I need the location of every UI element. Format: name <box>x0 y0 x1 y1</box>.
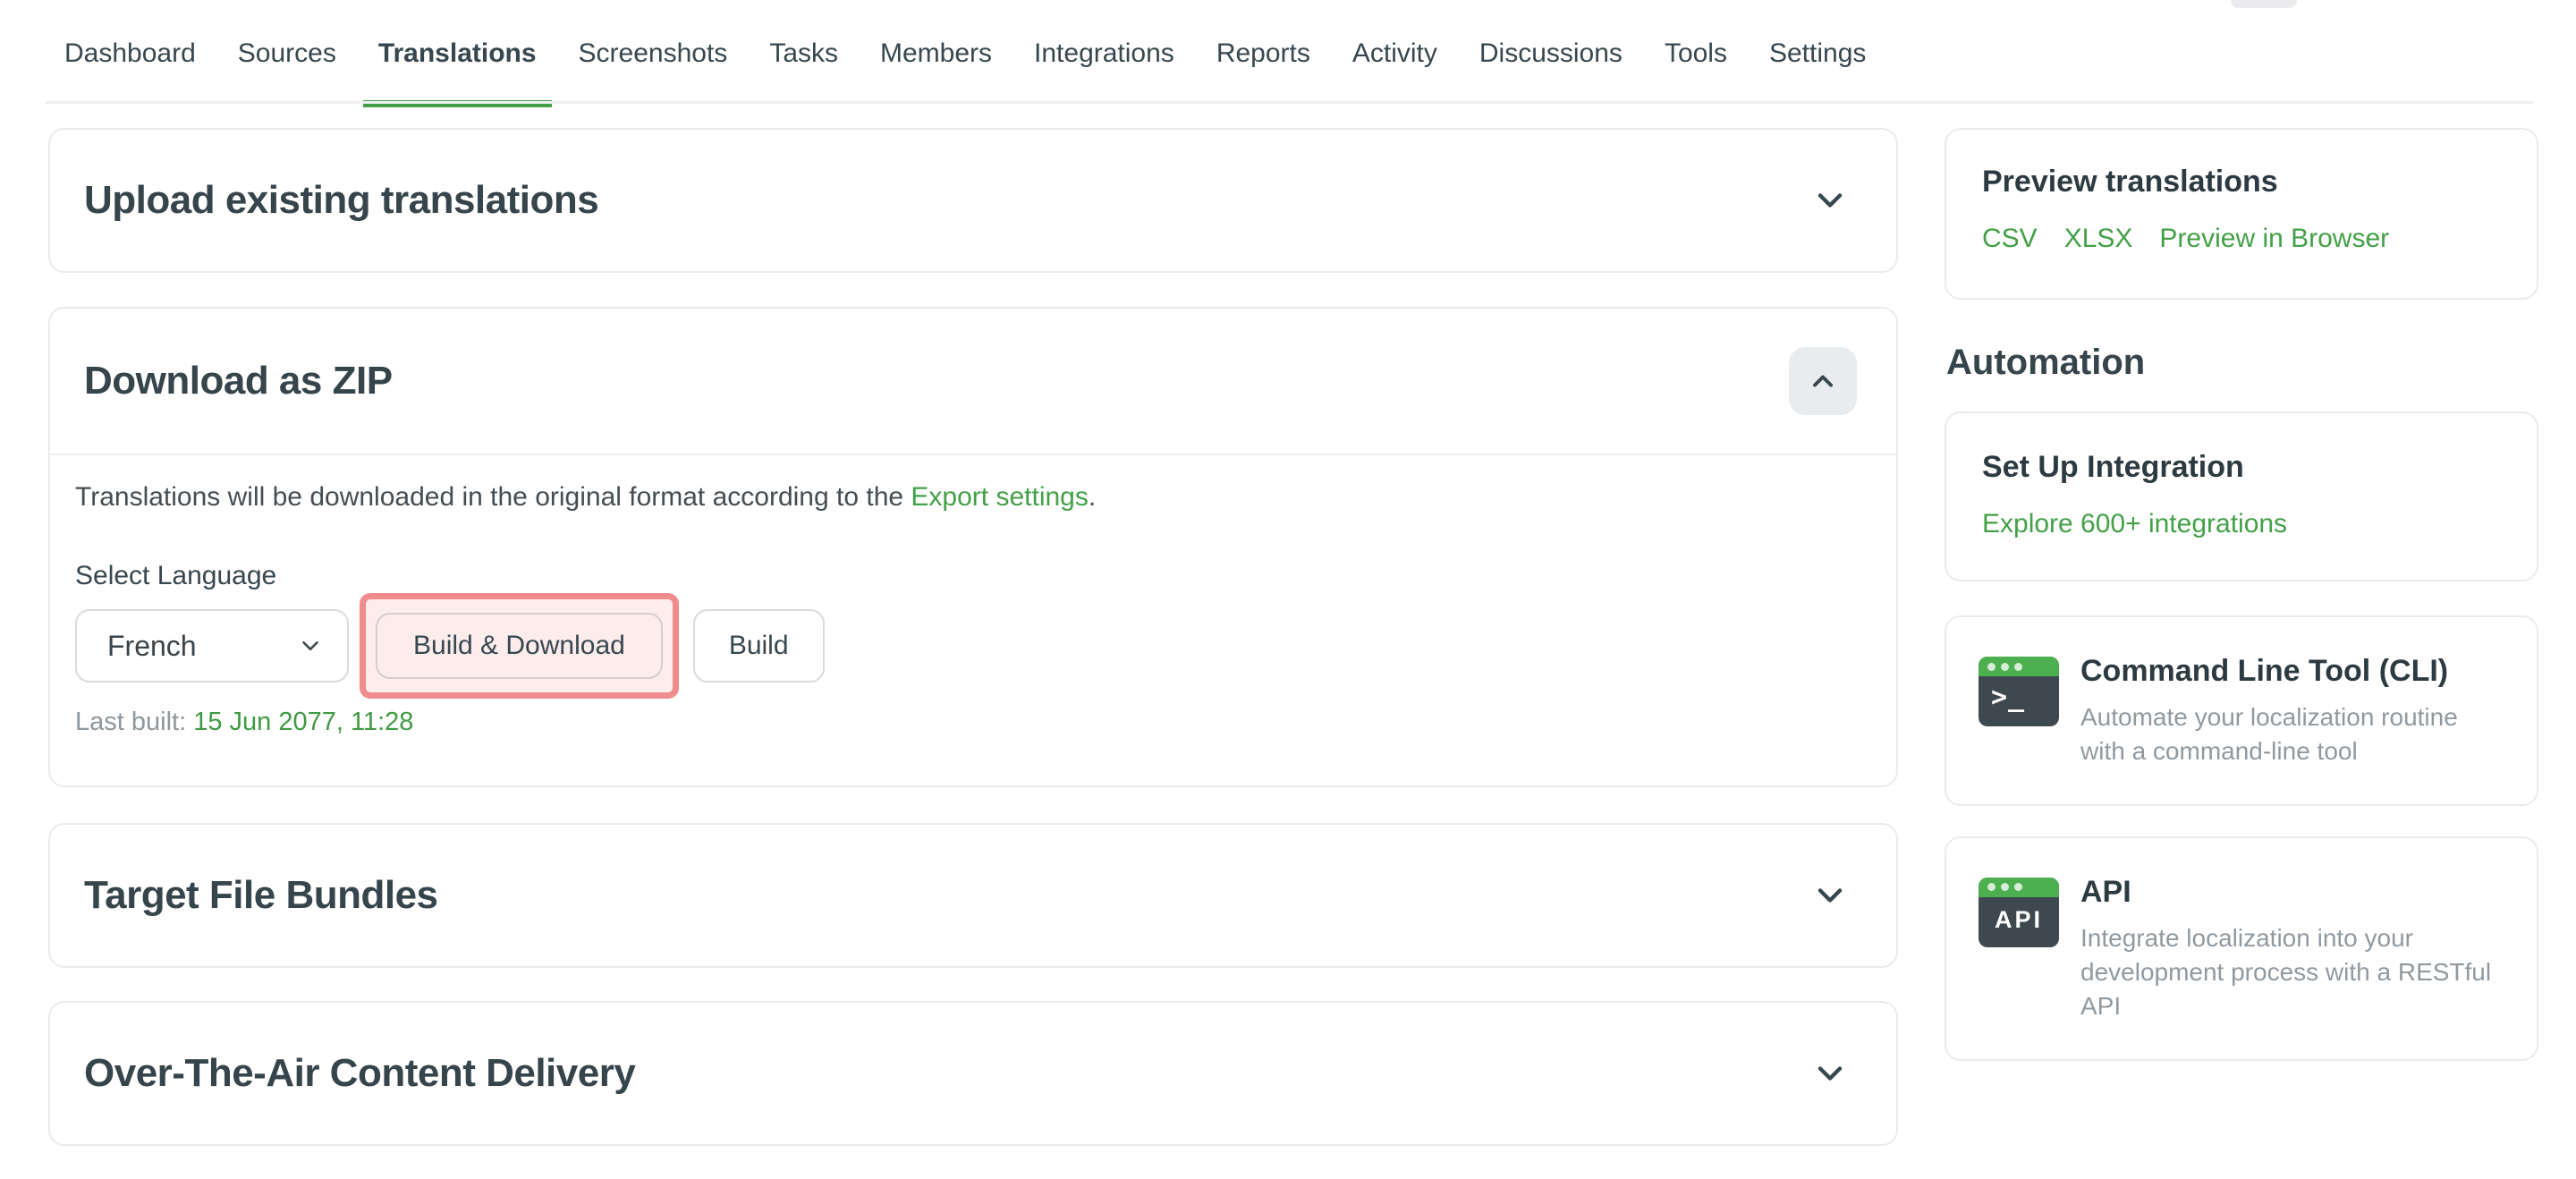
language-select[interactable]: French <box>75 609 349 683</box>
export-settings-link[interactable]: Export settings <box>911 482 1088 512</box>
tab-settings[interactable]: Settings <box>1769 0 1866 107</box>
set-up-integration-card: Set Up Integration Explore 600+ integrat… <box>1945 411 2538 581</box>
integration-link-row: Explore 600+ integrations <box>1982 509 2501 539</box>
tab-integrations[interactable]: Integrations <box>1034 0 1174 107</box>
api-glyph: API <box>1979 897 2059 934</box>
cutoff-element-fragment <box>2231 0 2297 8</box>
tab-translations[interactable]: Translations <box>378 0 537 107</box>
chevron-down-icon <box>1810 876 1850 915</box>
preview-translations-title: Preview translations <box>1982 164 2501 200</box>
main-column: Upload existing translations Download as… <box>48 128 1898 1146</box>
chevron-down-icon <box>297 632 324 659</box>
tab-tools[interactable]: Tools <box>1665 0 1727 107</box>
right-sidebar: Preview translations CSV XLSX Preview in… <box>1945 128 2538 1061</box>
api-card-text: API Integrate localization into your dev… <box>2080 874 2504 1023</box>
terminal-dot <box>1987 663 1996 671</box>
description-text: Translations will be downloaded in the o… <box>75 482 911 512</box>
annotation-highlight-box: Build & Download <box>360 593 679 699</box>
chevron-down-icon <box>1810 181 1850 220</box>
xlsx-link[interactable]: XLSX <box>2064 224 2133 254</box>
preview-links-row: CSV XLSX Preview in Browser <box>1982 224 2501 254</box>
language-select-value: French <box>107 630 197 663</box>
tab-activity[interactable]: Activity <box>1352 0 1437 107</box>
tab-reports[interactable]: Reports <box>1216 0 1310 107</box>
api-icon-dot <box>1987 883 1996 891</box>
card-header-divider <box>50 454 1896 455</box>
select-language-label: Select Language <box>75 561 1862 591</box>
api-promo-card[interactable]: API API Integrate localization into your… <box>1945 836 2538 1061</box>
tab-dashboard[interactable]: Dashboard <box>64 0 196 107</box>
csv-link[interactable]: CSV <box>1982 224 2038 254</box>
explore-integrations-link[interactable]: Explore 600+ integrations <box>1982 509 2287 539</box>
last-built-date: 15 Jun 2077, 11:28 <box>193 708 413 736</box>
terminal-dot <box>2014 663 2022 671</box>
collapse-toggle-button[interactable] <box>1789 347 1857 415</box>
terminal-prompt-glyph: >_ <box>1979 676 2059 713</box>
description-suffix: . <box>1089 482 1096 512</box>
project-nav: Dashboard Sources Translations Screensho… <box>0 0 2576 107</box>
api-title: API <box>2080 874 2504 911</box>
build-and-download-button[interactable]: Build & Download <box>376 613 663 679</box>
cli-title: Command Line Tool (CLI) <box>2080 653 2504 690</box>
terminal-dot <box>2001 663 2009 671</box>
automation-heading: Automation <box>1946 343 2538 383</box>
api-icon-dot <box>2001 883 2009 891</box>
last-built-label: Last built: <box>75 708 186 736</box>
nav-tabs: Dashboard Sources Translations Screensho… <box>64 0 1866 107</box>
tab-members[interactable]: Members <box>880 0 992 107</box>
download-card-title: Download as ZIP <box>84 359 393 403</box>
tab-tasks[interactable]: Tasks <box>769 0 838 107</box>
download-card-body: Translations will be downloaded in the o… <box>50 480 1896 785</box>
cli-card-text: Command Line Tool (CLI) Automate your lo… <box>2080 653 2504 768</box>
set-up-integration-title: Set Up Integration <box>1982 449 2501 486</box>
cli-description: Automate your localization routine with … <box>2080 700 2504 768</box>
translations-page: { "nav": { "items": ["Dashboard", "Sourc… <box>0 0 2576 1179</box>
tab-screenshots[interactable]: Screenshots <box>579 0 728 107</box>
chevron-up-icon <box>1807 365 1839 397</box>
api-window-icon: API <box>1979 878 2059 947</box>
tab-sources[interactable]: Sources <box>238 0 336 107</box>
build-controls-row: French Build & Download Build <box>75 593 1862 699</box>
download-as-zip-card: Download as ZIP Translations will be dow… <box>48 307 1898 787</box>
bundles-card-title: Target File Bundles <box>84 873 438 918</box>
preview-in-browser-link[interactable]: Preview in Browser <box>2159 224 2389 254</box>
terminal-icon: >_ <box>1979 657 2059 726</box>
api-icon-dot <box>2014 883 2022 891</box>
cli-promo-card[interactable]: >_ Command Line Tool (CLI) Automate your… <box>1945 615 2538 806</box>
api-icon-titlebar <box>1979 878 2059 897</box>
download-description: Translations will be downloaded in the o… <box>75 480 1862 514</box>
terminal-icon-titlebar <box>1979 657 2059 676</box>
ota-content-delivery-card[interactable]: Over-The-Air Content Delivery <box>48 1001 1898 1146</box>
build-button[interactable]: Build <box>693 609 825 683</box>
ota-card-title: Over-The-Air Content Delivery <box>84 1051 635 1096</box>
chevron-down-icon <box>1810 1054 1850 1093</box>
upload-existing-translations-card[interactable]: Upload existing translations <box>48 128 1898 273</box>
tab-discussions[interactable]: Discussions <box>1479 0 1623 107</box>
api-description: Integrate localization into your develop… <box>2080 921 2504 1023</box>
last-built-status: Last built: 15 Jun 2077, 11:28 <box>75 708 1862 737</box>
target-file-bundles-card[interactable]: Target File Bundles <box>48 823 1898 968</box>
nav-bottom-divider <box>45 101 2533 104</box>
upload-card-title: Upload existing translations <box>84 178 598 223</box>
download-card-header: Download as ZIP <box>50 309 1896 454</box>
preview-translations-card: Preview translations CSV XLSX Preview in… <box>1945 128 2538 300</box>
